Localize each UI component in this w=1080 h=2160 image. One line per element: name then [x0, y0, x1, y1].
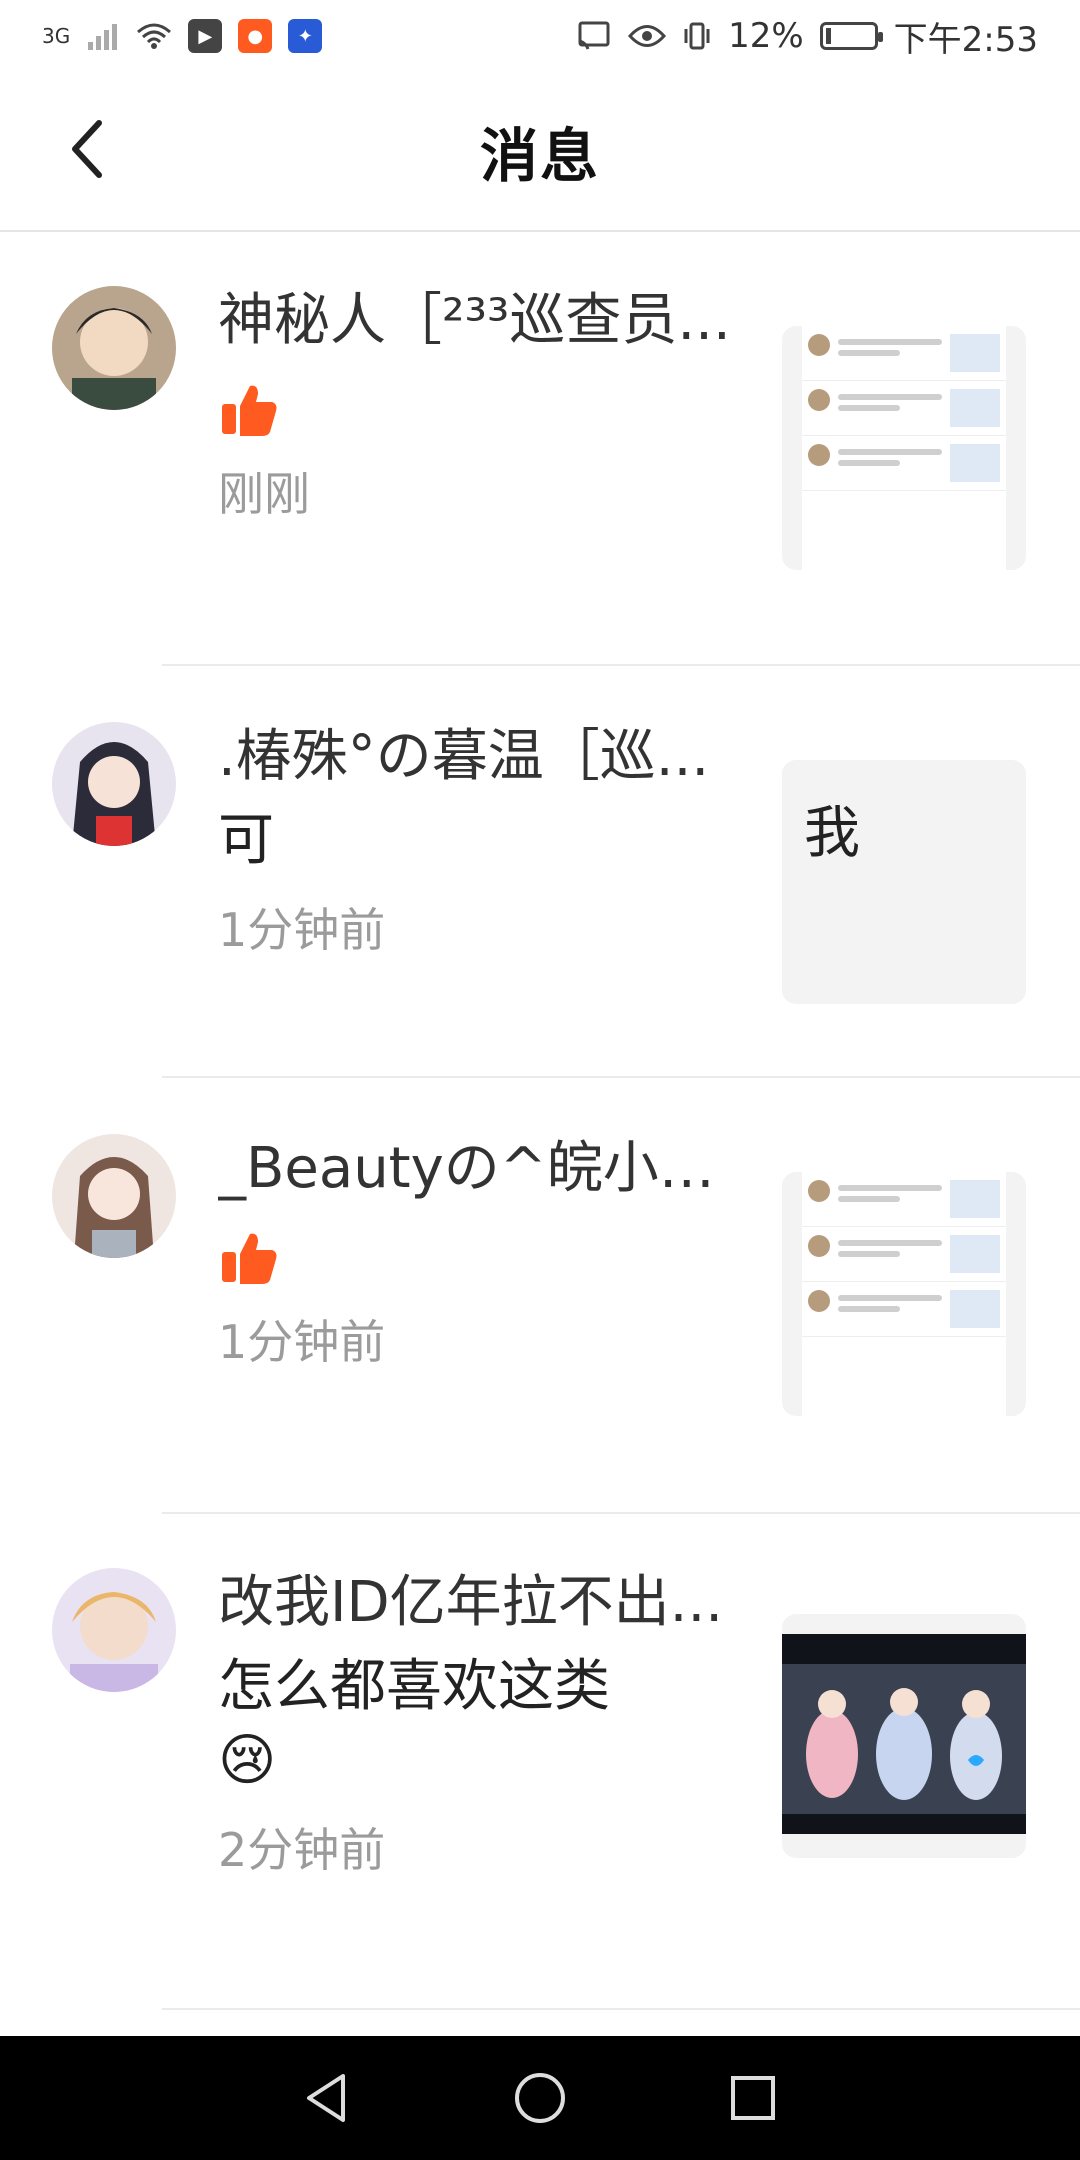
message-time: 刚刚	[218, 467, 310, 521]
message-time: 2分钟前	[218, 1823, 386, 1877]
thumbs-up-icon	[218, 378, 282, 442]
battery-percent: 12%	[728, 16, 804, 56]
kuaishou-app-icon: ●	[238, 19, 273, 53]
message-content: 改我ID亿年拉不出... 怎么都喜欢这类 😢 2分钟前	[218, 1568, 758, 1880]
post-thumbnail[interactable]: 我	[782, 760, 1026, 1004]
avatar[interactable]	[52, 286, 176, 410]
sender-name: .椿殊°の暮温［巡...	[218, 724, 710, 789]
list-item[interactable]: 神秘人［²³³巡查员... 刚刚	[0, 232, 1080, 666]
message-text: 可	[218, 808, 274, 873]
message-content: _Beautyの^皖小夕... 1分钟前	[218, 1134, 758, 1372]
post-thumbnail[interactable]	[782, 326, 1026, 570]
message-time: 1分钟前	[218, 903, 386, 957]
back-arrow-icon	[72, 120, 102, 178]
list-item[interactable]: .椿殊°の暮温［巡... 可 1分钟前 我	[0, 666, 1080, 1078]
avatar[interactable]	[52, 722, 176, 846]
eye-icon	[628, 23, 667, 49]
vibrate-icon	[682, 21, 712, 51]
sender-name: 神秘人［²³³巡查员...	[218, 288, 731, 353]
battery-icon	[819, 22, 883, 50]
thumbs-up-icon	[218, 1226, 282, 1290]
status-bar: 3G ▶ ● ✦ 12% 下午2:53	[0, 0, 1080, 72]
message-text: 怎么都喜欢这类 😢	[218, 1650, 758, 1798]
message-text-body: 怎么都喜欢这类	[218, 1654, 610, 1719]
baidu-app-icon: ✦	[288, 19, 323, 53]
signal-icon	[86, 22, 120, 50]
message-content: .椿殊°の暮温［巡... 可 1分钟前	[218, 722, 758, 960]
back-button[interactable]	[52, 114, 122, 184]
triangle-back-icon	[306, 2074, 345, 2122]
post-thumbnail[interactable]	[782, 1172, 1026, 1416]
post-thumbnail[interactable]	[782, 1614, 1026, 1858]
nav-home-button[interactable]	[505, 2063, 575, 2133]
page-title: 消息	[479, 122, 600, 190]
divider	[0, 2008, 162, 2010]
thumbnail-screenshot-preview	[802, 326, 1006, 570]
list-item[interactable]: _Beautyの^皖小夕... 1分钟前	[0, 1078, 1080, 1514]
cast-icon	[576, 21, 612, 51]
app-notification-icon: ▶	[188, 19, 223, 53]
message-content: 神秘人［²³³巡查员... 刚刚	[218, 286, 758, 524]
video-preview	[782, 1634, 1026, 1834]
network-label: 3G	[42, 24, 71, 48]
avatar[interactable]	[52, 1568, 176, 1692]
top-app-bar: 消息	[0, 72, 1080, 232]
system-nav-bar	[0, 2036, 1080, 2160]
circle-home-icon	[514, 2073, 565, 2123]
thumbnail-screenshot-preview	[802, 1172, 1006, 1416]
thumbnail-text: 我	[804, 801, 860, 866]
status-left: 3G ▶ ● ✦	[42, 19, 323, 53]
square-recent-icon	[731, 2076, 776, 2120]
sender-name: _Beautyの^皖小夕...	[218, 1136, 758, 1201]
sender-name: 改我ID亿年拉不出...	[218, 1570, 724, 1635]
nav-back-button[interactable]	[292, 2063, 362, 2133]
message-list: 神秘人［²³³巡查员... 刚刚 .椿殊°の暮温［巡... 可 1分钟前 我 _…	[0, 232, 1080, 2010]
clock: 下午2:53	[893, 19, 1038, 60]
crying-face-emoji: 😢	[218, 1728, 277, 1793]
list-item[interactable]: 改我ID亿年拉不出... 怎么都喜欢这类 😢 2分钟前	[0, 1514, 1080, 2010]
message-time: 1分钟前	[218, 1315, 386, 1369]
nav-recent-button[interactable]	[718, 2063, 788, 2133]
status-right: 12% 下午2:53	[576, 12, 1038, 61]
wifi-icon	[136, 22, 172, 50]
avatar[interactable]	[52, 1134, 176, 1258]
